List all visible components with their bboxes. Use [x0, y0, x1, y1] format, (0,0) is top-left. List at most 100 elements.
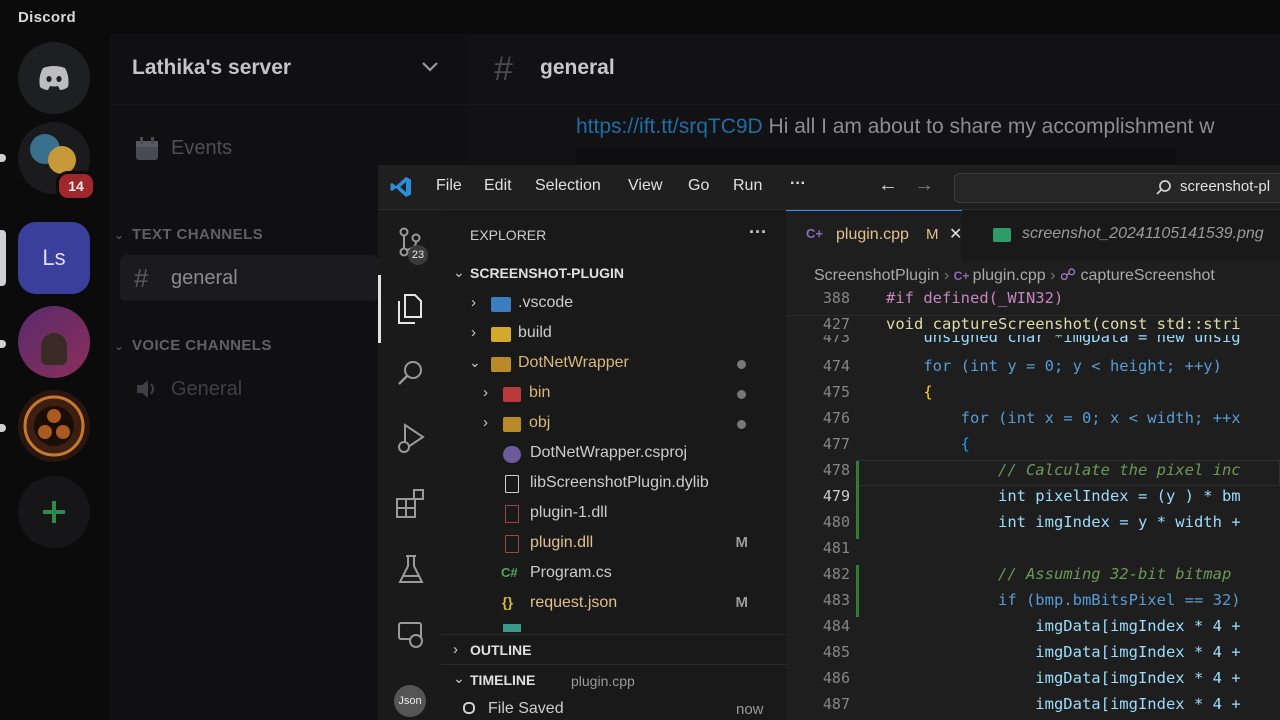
calendar-icon — [136, 137, 158, 160]
source-control-badge: 23 — [408, 245, 428, 265]
code-line[interactable]: 487 imgData[imgIndex * 4 + — [786, 695, 1280, 720]
code-line[interactable]: 482 // Assuming 32-bit bitmap — [786, 565, 1280, 591]
tree-item[interactable]: libScreenshotPlugin.dylib — [441, 469, 786, 499]
explorer-files-icon[interactable] — [395, 293, 425, 325]
tree-item[interactable]: C# Program.cs — [441, 559, 786, 589]
code-line[interactable]: 475 { — [786, 383, 1280, 409]
close-icon[interactable]: ✕ — [949, 224, 962, 244]
message-text: Hi all I am about to share my accomplish… — [762, 115, 1215, 138]
tab-label: screenshot_20241105141539.png — [1022, 225, 1264, 242]
tree-item[interactable]: DotNetWrapper.csproj — [441, 439, 786, 469]
breadcrumb-file[interactable]: plugin.cpp — [973, 267, 1046, 284]
timeline-entry[interactable]: File Saved — [488, 700, 564, 718]
search-icon[interactable] — [396, 358, 426, 388]
tab-plugin-cpp[interactable]: C+ plugin.cpp M ✕ — [786, 210, 962, 261]
tree-item-label: bin — [529, 384, 551, 401]
server-avatar-photo[interactable] — [18, 306, 90, 378]
chevron-down-icon[interactable] — [420, 60, 440, 74]
chevron-down-icon[interactable]: ⌄ — [114, 228, 124, 242]
tree-item[interactable]: › obj — [441, 409, 786, 439]
discord-logo-icon — [39, 66, 69, 90]
active-view-indicator — [378, 275, 381, 343]
tree-item[interactable]: plugin.dll M — [441, 529, 786, 559]
tab-modified-marker: M — [926, 226, 939, 243]
code-line[interactable]: 478 // Calculate the pixel inc — [786, 461, 1280, 487]
message-link[interactable]: https://ift.tt/srqTC9D — [576, 115, 763, 138]
code-line[interactable]: 474 for (int y = 0; y < height; ++y) — [786, 357, 1280, 383]
menu-view[interactable]: View — [628, 177, 662, 195]
line-number: 474 — [822, 357, 850, 375]
code-line[interactable]: 485 imgData[imgIndex * 4 + — [786, 643, 1280, 669]
code-line[interactable]: 481 — [786, 539, 1280, 565]
tree-item[interactable]: › build — [441, 319, 786, 349]
code-line[interactable]: 476 for (int x = 0; x < width; ++x — [786, 409, 1280, 435]
menu-selection[interactable]: Selection — [535, 177, 601, 195]
voice-channel-general[interactable]: General — [171, 378, 242, 401]
back-arrow-icon[interactable]: ← — [878, 174, 898, 197]
tree-item-label: DotNetWrapper.csproj — [530, 444, 688, 461]
chevron-down-icon[interactable]: ⌄ — [453, 670, 465, 687]
code-line[interactable]: 480 int imgIndex = y * width + — [786, 513, 1280, 539]
tab-screenshot-png[interactable]: screenshot_20241105141539.png — [970, 210, 1280, 260]
tree-item[interactable]: plugin-1.dll — [441, 499, 786, 529]
extensions-icon[interactable] — [394, 487, 428, 521]
server-ls-button[interactable]: Ls — [18, 222, 90, 294]
cpp-file-icon: C+ — [806, 226, 823, 241]
command-center-search[interactable]: screenshot-pl — [954, 173, 1280, 203]
tree-item[interactable]: ⌄ DotNetWrapper — [441, 349, 786, 379]
discord-home-button[interactable] — [18, 42, 90, 114]
image-file-icon — [993, 228, 1011, 242]
voice-channels-category[interactable]: VOICE CHANNELS — [132, 337, 272, 354]
line-number: 427 — [822, 315, 850, 333]
more-actions-icon[interactable]: ··· — [749, 222, 767, 243]
tree-item[interactable]: › .vscode — [441, 289, 786, 319]
vscode-logo-icon — [390, 177, 411, 197]
tree-item-label: plugin.dll — [530, 534, 594, 551]
breadcrumb-symbol[interactable]: captureScreenshot — [1081, 267, 1215, 284]
chevron-down-icon[interactable]: ⌄ — [114, 339, 124, 353]
code-text: { — [886, 383, 933, 401]
search-icon — [1156, 180, 1171, 195]
channel-general-row[interactable] — [120, 255, 378, 301]
menu-edit[interactable]: Edit — [484, 177, 512, 195]
events-link[interactable]: Events — [171, 137, 232, 160]
server-obs-button[interactable] — [18, 390, 90, 462]
outline-section-header[interactable]: OUTLINE — [470, 642, 531, 658]
remote-explorer-icon[interactable] — [396, 619, 426, 651]
tree-item[interactable]: › bin — [441, 379, 786, 409]
code-line[interactable]: 486 imgData[imgIndex * 4 + — [786, 669, 1280, 695]
testing-flask-icon[interactable] — [397, 553, 425, 587]
account-avatar-icon[interactable]: Json — [394, 685, 426, 717]
unread-indicator — [0, 424, 6, 432]
menu-run[interactable]: Run — [733, 177, 762, 195]
code-line[interactable]: 484 imgData[imgIndex * 4 + — [786, 617, 1280, 643]
menu-go[interactable]: Go — [688, 177, 709, 195]
add-server-button[interactable] — [18, 476, 90, 548]
menu-more[interactable]: ··· — [790, 175, 806, 193]
chat-message: https://ift.tt/srqTC9D Hi all I am about… — [576, 115, 1214, 139]
chevron-down-icon[interactable]: ⌄ — [453, 264, 465, 281]
folder-open-icon — [491, 357, 511, 372]
line-number: 483 — [822, 591, 850, 609]
chevron-right-icon: › — [471, 324, 476, 341]
code-line[interactable]: 479 int pixelIndex = (y ) * bm — [786, 487, 1280, 513]
code-line[interactable]: 477 { — [786, 435, 1280, 461]
breadcrumb-folder[interactable]: ScreenshotPlugin — [814, 267, 939, 284]
text-channels-category[interactable]: TEXT CHANNELS — [132, 226, 263, 243]
csharp-icon: C# — [501, 565, 518, 580]
embed-preview — [576, 148, 1176, 166]
chevron-right-icon[interactable]: › — [453, 641, 458, 658]
run-debug-icon[interactable] — [395, 421, 427, 455]
code-line[interactable]: 473 unsigned char *imgData = new unsig — [786, 335, 1280, 351]
code-line[interactable]: 388 #if defined(_WIN32) — [786, 289, 1280, 315]
project-folder-header[interactable]: SCREENSHOT-PLUGIN — [470, 265, 624, 281]
code-line[interactable]: 483 if (bmp.bmBitsPixel == 32) — [786, 591, 1280, 617]
menu-file[interactable]: File — [436, 177, 462, 195]
cpp-file-icon: C+ — [953, 269, 973, 283]
chevron-right-icon: › — [1050, 267, 1060, 284]
tree-item[interactable]: {} request.json M — [441, 589, 786, 619]
forward-arrow-icon[interactable]: → — [914, 174, 934, 197]
divider — [441, 664, 786, 665]
timeline-section-header[interactable]: TIMELINE — [470, 672, 535, 688]
vscode-folder-icon — [491, 297, 511, 312]
